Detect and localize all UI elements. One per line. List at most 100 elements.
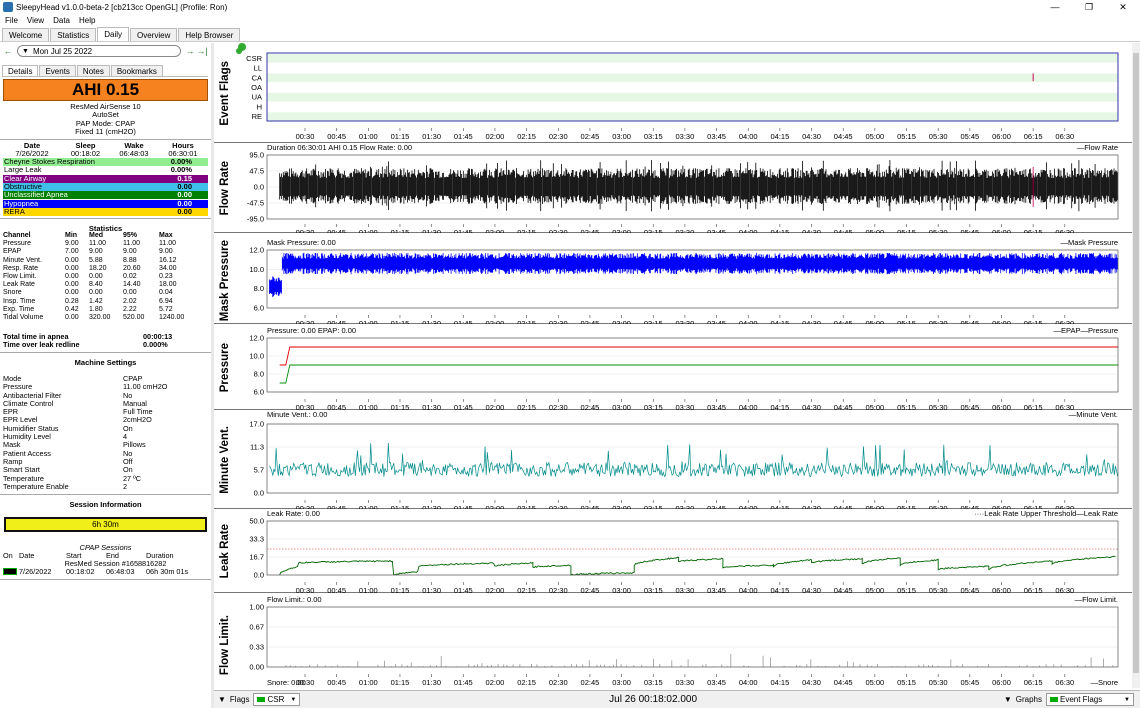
time-tick-label: 02:00 bbox=[486, 228, 505, 233]
y-tick-label: 1.00 bbox=[249, 603, 264, 612]
snore-plot[interactable]: Snore: 0.00 —Snore bbox=[236, 675, 1140, 690]
flow-rate-info: Duration 06:30:01 AHI 0.15 Flow Rate: 0.… bbox=[267, 143, 412, 152]
menu-help[interactable]: Help bbox=[79, 16, 95, 25]
time-tick-label: 04:15 bbox=[770, 132, 789, 141]
stat-cell: 1240.00 bbox=[159, 314, 185, 322]
prev-day-button[interactable]: ← bbox=[2, 46, 14, 56]
time-tick-label: 03:00 bbox=[612, 228, 631, 233]
event-flags-plot[interactable]: CSRLLCAOAUAHRE 00:30 00:45 01:00 01:15 01:30 0… bbox=[236, 43, 1140, 143]
bottom-toolbar: ▼ Flags CSR ▼ Jul 26 00:18:02.000 ▼ Graphs … bbox=[214, 690, 1140, 708]
stat-cell: 6.94 bbox=[159, 297, 173, 305]
minimize-button[interactable]: — bbox=[1038, 0, 1072, 14]
stat-cell: Exp. Time bbox=[3, 305, 35, 313]
flow-limit-trace bbox=[285, 654, 1117, 667]
time-tick-label: 00:30 bbox=[296, 403, 315, 410]
time-tick-label: 00:45 bbox=[327, 586, 346, 593]
tab-daily[interactable]: Daily bbox=[97, 27, 129, 41]
y-tick-label: 10.0 bbox=[249, 352, 264, 361]
pressure-legend: —EPAP—Pressure bbox=[1054, 326, 1118, 335]
time-tick-label: 00:30 bbox=[296, 132, 315, 141]
date-navigator: ← ▼ Mon Jul 25 2022 → →| bbox=[2, 44, 208, 58]
stat-cell: 0.28 bbox=[65, 297, 79, 305]
time-tick-label: 05:00 bbox=[865, 228, 884, 233]
flag-row-label: OA bbox=[251, 83, 262, 92]
event-row[interactable]: RERA 0.00 bbox=[3, 207, 208, 216]
leak-rate-info: Leak Rate: 0.00 bbox=[267, 509, 320, 518]
tab-notes[interactable]: Notes bbox=[76, 65, 110, 76]
session-duration: 06h 30m 01s bbox=[146, 567, 189, 576]
setting-name: Climate Control bbox=[3, 398, 54, 408]
session-enabled-checkbox[interactable] bbox=[3, 568, 17, 575]
stat-cell: 8.40 bbox=[89, 281, 103, 289]
time-tick-label: 04:15 bbox=[770, 403, 789, 410]
tab-details[interactable]: Details bbox=[2, 65, 39, 76]
stat-cell: 9.00 bbox=[65, 240, 79, 248]
flags-button[interactable]: ▼ Flags bbox=[214, 695, 253, 704]
date-picker[interactable]: ▼ Mon Jul 25 2022 bbox=[17, 45, 181, 57]
tab-help-browser[interactable]: Help Browser bbox=[178, 28, 241, 41]
time-tick-label: 02:15 bbox=[517, 132, 536, 141]
time-tick-label: 02:15 bbox=[517, 403, 536, 410]
menu-view[interactable]: View bbox=[27, 16, 44, 25]
stat-cell: 1.80 bbox=[89, 305, 103, 313]
stat-cell: 5.88 bbox=[89, 256, 103, 264]
flags-bg bbox=[267, 53, 1118, 121]
flag-row-label: H bbox=[257, 102, 262, 111]
time-tick-label: 04:15 bbox=[770, 319, 789, 324]
time-tick-label: 04:15 bbox=[770, 228, 789, 233]
pressure-plot[interactable]: Pressure: 0.00 EPAP: 0.00 —EPAP—Pressure 1… bbox=[236, 326, 1140, 410]
last-day-button[interactable]: →| bbox=[196, 46, 208, 56]
time-tick-label: 04:30 bbox=[802, 403, 821, 410]
pressure-label: Pressure bbox=[219, 343, 231, 393]
divider bbox=[0, 218, 211, 219]
tab-welcome[interactable]: Welcome bbox=[2, 28, 50, 41]
stat-cell: 0.00 bbox=[89, 289, 103, 297]
tab-events[interactable]: Events bbox=[39, 65, 76, 76]
stat-cell: Minute Vent. bbox=[3, 256, 42, 264]
next-day-button[interactable]: → bbox=[184, 46, 196, 56]
flow-rate-legend: —Flow Rate bbox=[1077, 143, 1118, 152]
time-tick-label: 04:45 bbox=[834, 586, 853, 593]
stat-cell: 18.00 bbox=[159, 281, 177, 289]
stat-cell: Flow Limit. bbox=[3, 273, 37, 281]
mask-pressure-trace bbox=[269, 252, 1118, 298]
y-tick-label: 0.33 bbox=[249, 643, 264, 652]
time-tick-label: 03:00 bbox=[612, 586, 631, 593]
time-tick-label: 01:45 bbox=[454, 403, 473, 410]
graph-leak-rate: Leak Rate Leak Rate: 0.00 ····Leak Rate U… bbox=[214, 509, 1140, 593]
time-tick-label: 06:00 bbox=[992, 228, 1011, 233]
mask-pressure-plot[interactable]: Mask Pressure: 0.00 —Mask Pressure 12.0 10.… bbox=[236, 238, 1140, 324]
y-tick-label: 5.7 bbox=[254, 466, 264, 475]
event-value: 0.00 bbox=[177, 190, 192, 200]
leak-rate-plot[interactable]: Leak Rate: 0.00 ····Leak Rate Upper Thres… bbox=[236, 509, 1140, 593]
graphs-button[interactable]: ▼ Graphs bbox=[1000, 695, 1046, 704]
time-tick-label: 04:45 bbox=[834, 132, 853, 141]
close-button[interactable]: ✕ bbox=[1106, 0, 1140, 14]
chevron-down-icon: ▼ bbox=[1003, 695, 1012, 704]
maximize-button[interactable]: ❐ bbox=[1072, 0, 1106, 14]
session-duration-bar[interactable]: 6h 30m bbox=[4, 517, 207, 532]
tab-overview[interactable]: Overview bbox=[130, 28, 178, 41]
stat-header: Med bbox=[89, 232, 103, 239]
y-tick-label: 33.3 bbox=[249, 535, 264, 544]
event-row[interactable]: Unclassified Apnea 0.00 bbox=[3, 190, 208, 200]
time-tick-label: 01:30 bbox=[422, 132, 441, 141]
time-tick-label: 01:15 bbox=[391, 403, 410, 410]
tab-statistics[interactable]: Statistics bbox=[50, 28, 97, 41]
time-tick-label: 01:45 bbox=[454, 319, 473, 324]
session-row[interactable]: 7/26/2022 00:18:02 06:48:03 06h 30m 01s bbox=[3, 567, 208, 576]
graph-minute-vent: Minute Vent. Minute Vent.: 0.00 —Minute V… bbox=[214, 410, 1140, 509]
graph-select[interactable]: Event Flags ▼ bbox=[1046, 693, 1134, 706]
graph-scrollbar[interactable] bbox=[1132, 43, 1140, 688]
menu-file[interactable]: File bbox=[5, 16, 18, 25]
time-tick-label: 01:30 bbox=[422, 586, 441, 593]
tab-bookmarks[interactable]: Bookmarks bbox=[110, 65, 163, 76]
stat-cell: 0.23 bbox=[159, 273, 173, 281]
minute-vent-plot[interactable]: Minute Vent.: 0.00 —Minute Vent. 17.0 11.3 5… bbox=[236, 410, 1140, 509]
time-tick-label: 00:30 bbox=[296, 228, 315, 233]
flag-select[interactable]: CSR ▼ bbox=[253, 693, 301, 706]
menu-data[interactable]: Data bbox=[53, 16, 70, 25]
flow-rate-plot[interactable]: Duration 06:30:01 AHI 0.15 Flow Rate: 0.… bbox=[236, 143, 1140, 233]
time-tick-label: 03:15 bbox=[644, 403, 663, 410]
stat-cell: 11.00 bbox=[123, 240, 140, 248]
